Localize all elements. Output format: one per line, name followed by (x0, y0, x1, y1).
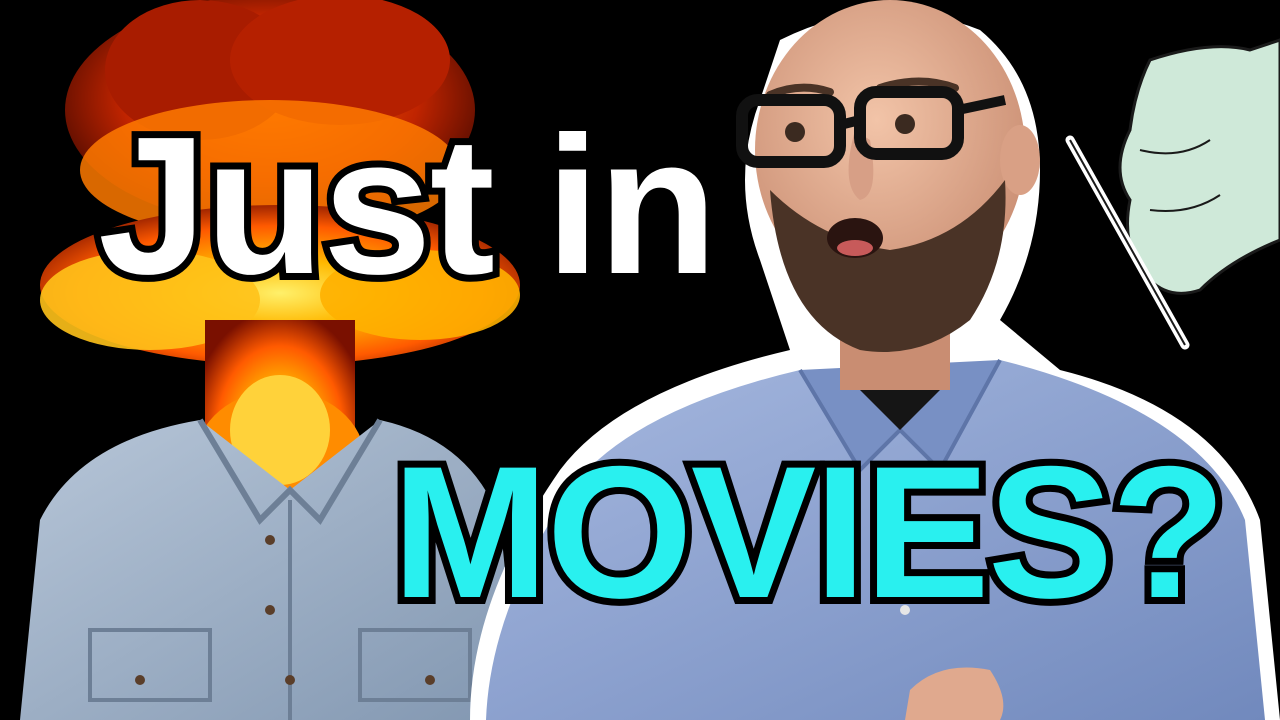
hand-drawing (1065, 38, 1280, 350)
video-thumbnail[interactable]: Just in MOVIES? (0, 0, 1280, 720)
headline-top: Just in (91, 96, 725, 315)
headline-bottom: MOVIES? (385, 427, 1233, 637)
